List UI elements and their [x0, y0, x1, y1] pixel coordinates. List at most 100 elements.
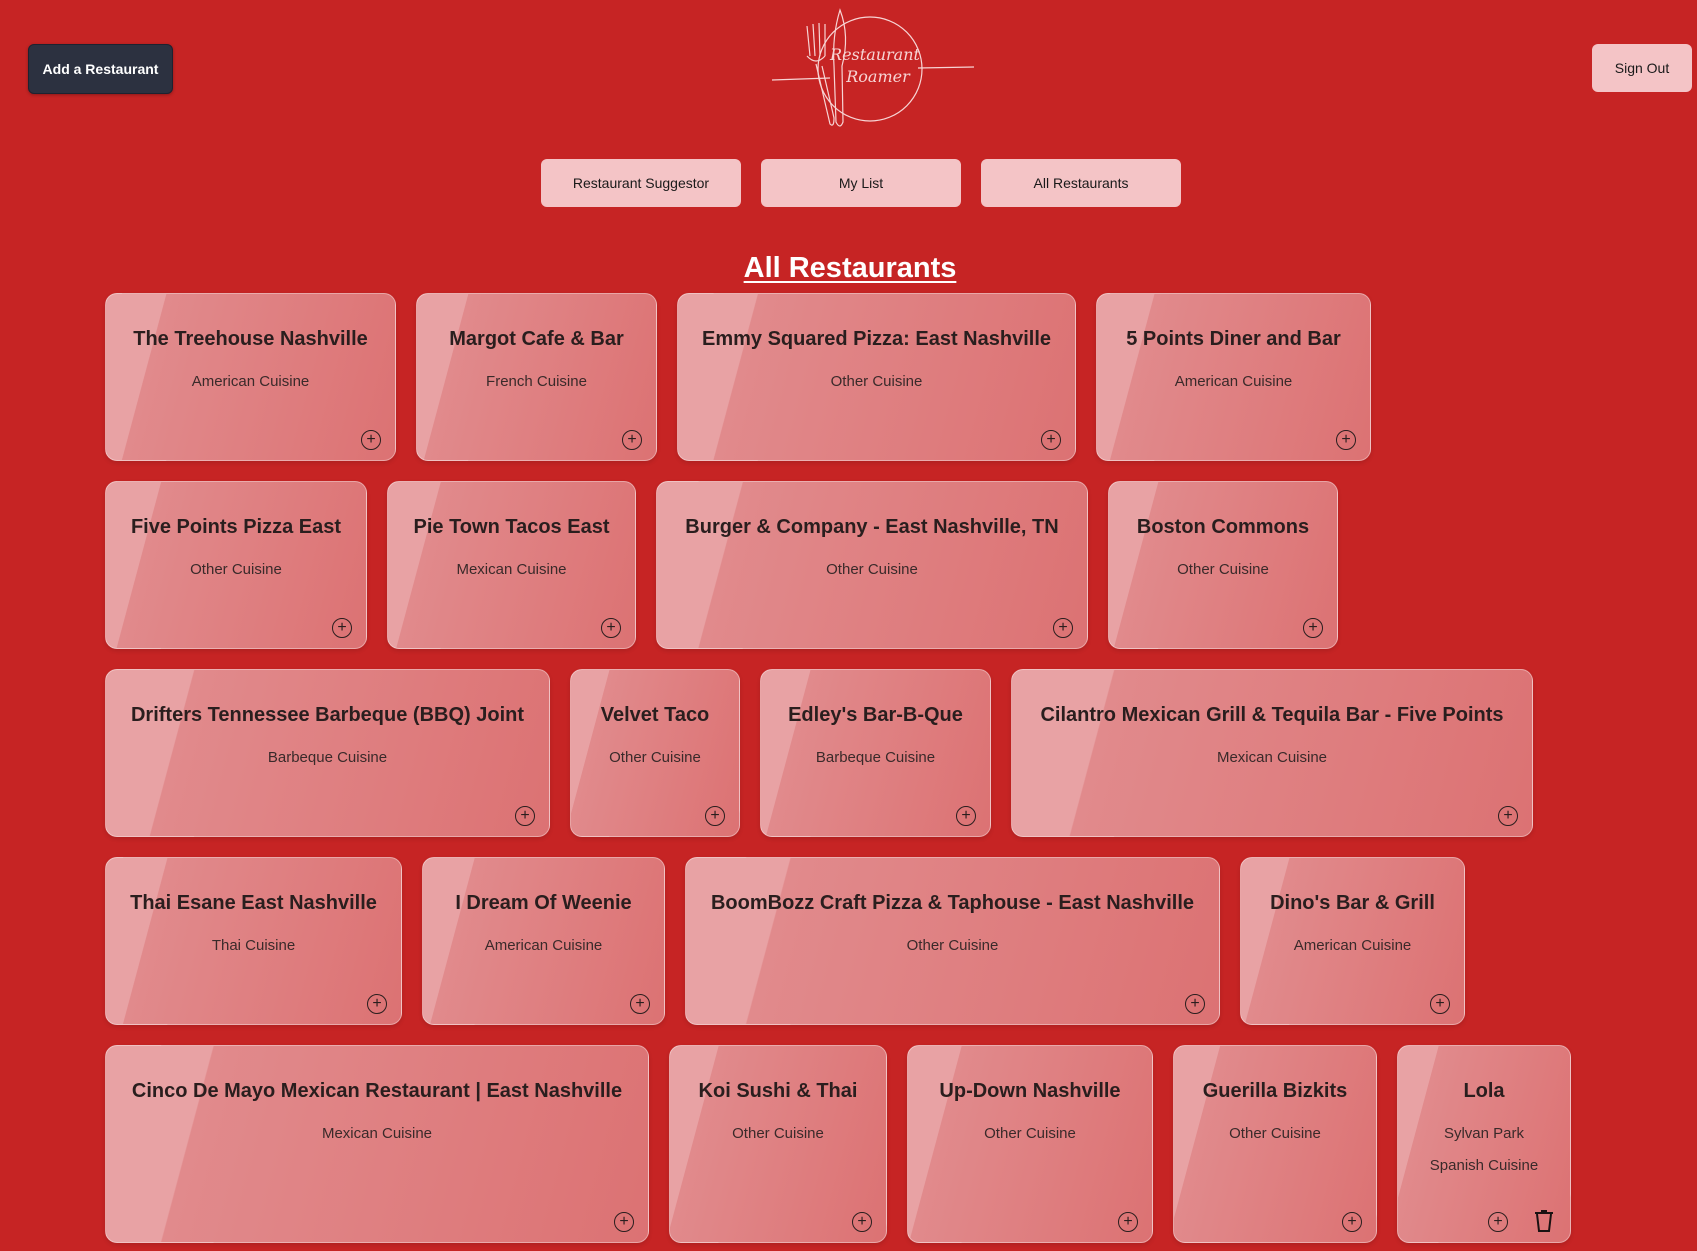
restaurant-card[interactable]: Five Points Pizza East Other Cuisine +	[105, 481, 367, 649]
restaurant-cuisine: Other Cuisine	[906, 937, 999, 954]
restaurant-card[interactable]: Burger & Company - East Nashville, TN Ot…	[656, 481, 1088, 649]
restaurant-name: Drifters Tennessee Barbeque (BBQ) Joint	[130, 704, 525, 726]
add-to-list-icon[interactable]: +	[1053, 618, 1073, 638]
nav-bar: Restaurant Suggestor My List All Restaur…	[0, 159, 1697, 207]
restaurant-card[interactable]: Emmy Squared Pizza: East Nashville Other…	[677, 293, 1076, 461]
add-to-list-icon[interactable]: +	[1303, 618, 1323, 638]
restaurant-location: Sylvan Park	[1443, 1125, 1525, 1142]
restaurant-card[interactable]: Thai Esane East Nashville Thai Cuisine +	[105, 857, 402, 1025]
restaurant-card[interactable]: Up-Down Nashville Other Cuisine +	[907, 1045, 1153, 1243]
restaurant-cuisine: American Cuisine	[191, 373, 310, 390]
restaurant-cuisine: Barbeque Cuisine	[267, 749, 388, 766]
add-to-list-icon[interactable]: +	[1041, 430, 1061, 450]
restaurant-name: Thai Esane East Nashville	[130, 892, 377, 914]
restaurant-card[interactable]: 5 Points Diner and Bar American Cuisine …	[1096, 293, 1371, 461]
restaurant-name: Cinco De Mayo Mexican Restaurant | East …	[131, 1080, 623, 1102]
restaurant-card[interactable]: Koi Sushi & Thai Other Cuisine +	[669, 1045, 887, 1243]
restaurant-name: Emmy Squared Pizza: East Nashville	[701, 328, 1052, 350]
nav-my-list[interactable]: My List	[761, 159, 961, 207]
restaurant-cuisine: Mexican Cuisine	[321, 1125, 433, 1142]
restaurant-name: I Dream Of Weenie	[455, 892, 632, 914]
restaurant-card[interactable]: Lola Sylvan Park Spanish Cuisine +	[1397, 1045, 1571, 1243]
add-to-list-icon[interactable]: +	[367, 994, 387, 1014]
add-to-list-icon[interactable]: +	[852, 1212, 872, 1232]
restaurant-cuisine: Other Cuisine	[984, 1125, 1076, 1142]
restaurant-card[interactable]: The Treehouse Nashville American Cuisine…	[105, 293, 396, 461]
add-to-list-icon[interactable]: +	[622, 430, 642, 450]
restaurant-cuisine: French Cuisine	[486, 373, 587, 390]
add-to-list-icon[interactable]: +	[361, 430, 381, 450]
add-to-list-icon[interactable]: +	[1118, 1212, 1138, 1232]
logo-text-line1: Restaurant	[829, 45, 920, 64]
restaurant-roamer-logo[interactable]: Restaurant Roamer	[770, 6, 975, 130]
restaurant-name: Up-Down Nashville	[939, 1080, 1121, 1102]
page: Add a Restaurant Restaurant Roamer Sign …	[0, 0, 1697, 1251]
restaurant-name: Koi Sushi & Thai	[698, 1080, 858, 1102]
header: Add a Restaurant Restaurant Roamer Sign …	[0, 0, 1697, 140]
restaurant-card[interactable]: Cinco De Mayo Mexican Restaurant | East …	[105, 1045, 649, 1243]
nav-restaurant-suggestor[interactable]: Restaurant Suggestor	[541, 159, 741, 207]
restaurant-grid: The Treehouse Nashville American Cuisine…	[105, 293, 1685, 1251]
add-to-list-icon[interactable]: +	[515, 806, 535, 826]
nav-all-restaurants[interactable]: All Restaurants	[981, 159, 1181, 207]
add-to-list-icon[interactable]: +	[1185, 994, 1205, 1014]
restaurant-name: Cilantro Mexican Grill & Tequila Bar - F…	[1040, 704, 1504, 726]
add-to-list-icon[interactable]: +	[332, 618, 352, 638]
restaurant-name: 5 Points Diner and Bar	[1126, 328, 1341, 350]
add-to-list-icon[interactable]: +	[614, 1212, 634, 1232]
add-to-list-icon[interactable]: +	[1336, 430, 1356, 450]
restaurant-name: Boston Commons	[1136, 516, 1310, 538]
restaurant-cuisine: Spanish Cuisine	[1429, 1157, 1539, 1174]
restaurant-card[interactable]: Edley's Bar-B-Que Barbeque Cuisine +	[760, 669, 991, 837]
add-to-list-icon[interactable]: +	[956, 806, 976, 826]
restaurant-name: Velvet Taco	[600, 704, 710, 726]
restaurant-cuisine: Mexican Cuisine	[1216, 749, 1328, 766]
trash-icon[interactable]	[1534, 1210, 1554, 1232]
restaurant-name: The Treehouse Nashville	[133, 328, 368, 350]
restaurant-cuisine: Other Cuisine	[190, 561, 282, 578]
restaurant-name: Burger & Company - East Nashville, TN	[685, 516, 1059, 538]
add-to-list-icon[interactable]: +	[1488, 1212, 1508, 1232]
restaurant-card[interactable]: Boston Commons Other Cuisine +	[1108, 481, 1338, 649]
restaurant-card[interactable]: Margot Cafe & Bar French Cuisine +	[416, 293, 657, 461]
add-to-list-icon[interactable]: +	[705, 806, 725, 826]
restaurant-card[interactable]: I Dream Of Weenie American Cuisine +	[422, 857, 665, 1025]
restaurant-cuisine: Other Cuisine	[732, 1125, 824, 1142]
add-restaurant-button[interactable]: Add a Restaurant	[28, 44, 173, 94]
add-to-list-icon[interactable]: +	[1430, 994, 1450, 1014]
add-to-list-icon[interactable]: +	[601, 618, 621, 638]
restaurant-name: BoomBozz Craft Pizza & Taphouse - East N…	[710, 892, 1195, 914]
sign-out-button[interactable]: Sign Out	[1592, 44, 1692, 92]
add-to-list-icon[interactable]: +	[630, 994, 650, 1014]
grid-row: Five Points Pizza East Other Cuisine + P…	[105, 481, 1685, 649]
restaurant-cuisine: Other Cuisine	[609, 749, 701, 766]
restaurant-card[interactable]: Pie Town Tacos East Mexican Cuisine +	[387, 481, 636, 649]
restaurant-card[interactable]: Dino's Bar & Grill American Cuisine +	[1240, 857, 1465, 1025]
restaurant-name: Guerilla Bizkits	[1202, 1080, 1348, 1102]
restaurant-card[interactable]: Cilantro Mexican Grill & Tequila Bar - F…	[1011, 669, 1533, 837]
restaurant-cuisine: Barbeque Cuisine	[815, 749, 936, 766]
restaurant-card[interactable]: Guerilla Bizkits Other Cuisine +	[1173, 1045, 1377, 1243]
restaurant-name: Pie Town Tacos East	[413, 516, 610, 538]
page-title: All Restaurants	[743, 252, 957, 284]
restaurant-cuisine: American Cuisine	[484, 937, 603, 954]
restaurant-cuisine: Other Cuisine	[1229, 1125, 1321, 1142]
restaurant-cuisine: American Cuisine	[1293, 937, 1412, 954]
restaurant-cuisine: Other Cuisine	[830, 373, 923, 390]
grid-row: The Treehouse Nashville American Cuisine…	[105, 293, 1685, 461]
restaurant-card[interactable]: Velvet Taco Other Cuisine +	[570, 669, 740, 837]
add-to-list-icon[interactable]: +	[1342, 1212, 1362, 1232]
restaurant-cuisine: American Cuisine	[1174, 373, 1293, 390]
restaurant-cuisine: Other Cuisine	[826, 561, 918, 578]
restaurant-card[interactable]: Drifters Tennessee Barbeque (BBQ) Joint …	[105, 669, 550, 837]
grid-row: Thai Esane East Nashville Thai Cuisine +…	[105, 857, 1685, 1025]
restaurant-cuisine: Other Cuisine	[1177, 561, 1269, 578]
grid-row: Cinco De Mayo Mexican Restaurant | East …	[105, 1045, 1685, 1243]
logo-text-line2: Roamer	[845, 67, 911, 86]
add-to-list-icon[interactable]: +	[1498, 806, 1518, 826]
restaurant-card[interactable]: BoomBozz Craft Pizza & Taphouse - East N…	[685, 857, 1220, 1025]
restaurant-name: Edley's Bar-B-Que	[788, 704, 963, 726]
grid-row: Drifters Tennessee Barbeque (BBQ) Joint …	[105, 669, 1685, 837]
restaurant-name: Lola	[1463, 1080, 1505, 1102]
restaurant-name: Five Points Pizza East	[130, 516, 342, 538]
